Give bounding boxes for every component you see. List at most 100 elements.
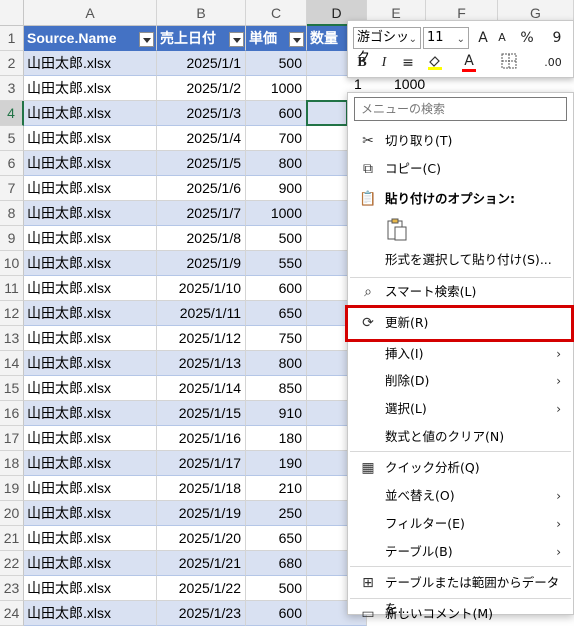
row-header[interactable]: 8 — [0, 201, 24, 226]
menu-item-delete[interactable]: 削除(D) › — [348, 368, 573, 394]
menu-search-input[interactable]: メニューの検索 — [354, 97, 567, 121]
cell-unit-price[interactable]: 600 — [246, 601, 307, 626]
cell-source-name[interactable]: 山田太郎.xlsx — [24, 551, 157, 576]
menu-item-quick-analysis[interactable]: ▦ クイック分析(Q) — [348, 455, 573, 481]
cell-sales-date[interactable]: 2025/1/18 — [157, 476, 246, 501]
menu-item-sort[interactable]: 並べ替え(O) › — [348, 483, 573, 509]
cell-unit-price[interactable]: 750 — [246, 326, 307, 351]
currency-format-icon[interactable]: % — [516, 28, 538, 48]
row-header[interactable]: 1 — [0, 26, 24, 51]
cell-unit-price[interactable]: 1000 — [246, 201, 307, 226]
row-header[interactable]: 22 — [0, 551, 24, 576]
cell-unit-price[interactable]: 800 — [246, 351, 307, 376]
cell-source-name[interactable]: 山田太郎.xlsx — [24, 376, 157, 401]
select-all-corner[interactable] — [0, 0, 24, 26]
cell-source-name[interactable]: 山田太郎.xlsx — [24, 451, 157, 476]
align-center-icon[interactable]: ≡ — [397, 53, 419, 73]
shrink-font-icon[interactable]: A — [494, 28, 510, 48]
row-header[interactable]: 16 — [0, 401, 24, 426]
row-header[interactable]: 4 — [0, 101, 24, 126]
cell-source-name[interactable]: 山田太郎.xlsx — [24, 301, 157, 326]
cell-unit-price[interactable]: 680 — [246, 551, 307, 576]
italic-button[interactable]: I — [375, 53, 393, 73]
row-header[interactable]: 9 — [0, 226, 24, 251]
cell-sales-date[interactable]: 2025/1/21 — [157, 551, 246, 576]
font-name-box[interactable]: 游ゴシック ⌄ — [353, 27, 421, 65]
cell-sales-date[interactable]: 2025/1/1 — [157, 51, 246, 76]
row-header[interactable]: 23 — [0, 576, 24, 601]
menu-item-clear[interactable]: 数式と値のクリア(N) — [348, 424, 573, 450]
row-header[interactable]: 14 — [0, 351, 24, 376]
font-size-box[interactable]: 11 ⌄ — [423, 27, 469, 49]
cell-source-name[interactable]: 山田太郎.xlsx — [24, 326, 157, 351]
cell-source-name[interactable]: 山田太郎.xlsx — [24, 476, 157, 501]
row-header[interactable]: 6 — [0, 151, 24, 176]
row-header[interactable]: 20 — [0, 501, 24, 526]
column-header-a[interactable]: A — [24, 0, 157, 26]
menu-item-copy[interactable]: ⧉ コピー(C) — [348, 156, 573, 182]
row-header[interactable]: 10 — [0, 251, 24, 276]
menu-item-table[interactable]: テーブル(B) › — [348, 539, 573, 565]
menu-item-smart-lookup[interactable]: ⌕ スマート検索(L) — [348, 279, 573, 305]
cell-source-name[interactable]: 山田太郎.xlsx — [24, 176, 157, 201]
cell-unit-price[interactable]: 650 — [246, 526, 307, 551]
cell-sales-date[interactable]: 2025/1/6 — [157, 176, 246, 201]
grow-font-icon[interactable]: A — [474, 28, 492, 48]
cell-sales-date[interactable]: 2025/1/20 — [157, 526, 246, 551]
cell-sales-date[interactable]: 2025/1/15 — [157, 401, 246, 426]
cell-unit-price[interactable]: 250 — [246, 501, 307, 526]
borders-icon[interactable] — [498, 53, 520, 73]
cell-sales-date[interactable]: 2025/1/11 — [157, 301, 246, 326]
cell-unit-price[interactable]: 500 — [246, 226, 307, 251]
column-header-b[interactable]: B — [157, 0, 246, 26]
cell-source-name[interactable]: 山田太郎.xlsx — [24, 76, 157, 101]
cell-unit-price[interactable]: 500 — [246, 576, 307, 601]
column-header-c[interactable]: C — [246, 0, 307, 26]
cell-sales-date[interactable]: 2025/1/14 — [157, 376, 246, 401]
cell-unit-price[interactable]: 650 — [246, 301, 307, 326]
active-cell-d4[interactable] — [306, 100, 348, 126]
cell-unit-price[interactable]: 190 — [246, 451, 307, 476]
cell-sales-date[interactable]: 2025/1/9 — [157, 251, 246, 276]
paste-button[interactable] — [384, 217, 410, 243]
cell-unit-price[interactable]: 910 — [246, 401, 307, 426]
header-source-name[interactable]: Source.Name — [24, 26, 157, 51]
cell-unit-price[interactable]: 180 — [246, 426, 307, 451]
cell-sales-date[interactable]: 2025/1/4 — [157, 126, 246, 151]
cell-sales-date[interactable]: 2025/1/10 — [157, 276, 246, 301]
menu-item-new-comment[interactable]: ▭ 新しいコメント(M) — [348, 601, 573, 627]
cell-source-name[interactable]: 山田太郎.xlsx — [24, 351, 157, 376]
cell-source-name[interactable]: 山田太郎.xlsx — [24, 201, 157, 226]
cell-unit-price[interactable]: 850 — [246, 376, 307, 401]
cell-unit-price[interactable]: 600 — [246, 276, 307, 301]
row-header[interactable]: 19 — [0, 476, 24, 501]
cell-sales-date[interactable]: 2025/1/8 — [157, 226, 246, 251]
row-header[interactable]: 15 — [0, 376, 24, 401]
menu-item-paste-special[interactable]: 形式を選択して貼り付け(S)... — [348, 247, 573, 273]
menu-item-cut[interactable]: ✂ 切り取り(T) — [348, 128, 573, 154]
cell-source-name[interactable]: 山田太郎.xlsx — [24, 126, 157, 151]
cell-source-name[interactable]: 山田太郎.xlsx — [24, 51, 157, 76]
cell-source-name[interactable]: 山田太郎.xlsx — [24, 276, 157, 301]
cell-source-name[interactable]: 山田太郎.xlsx — [24, 526, 157, 551]
bold-button[interactable]: B — [353, 53, 371, 73]
cell-sales-date[interactable]: 2025/1/22 — [157, 576, 246, 601]
menu-item-select[interactable]: 選択(L) › — [348, 396, 573, 422]
row-header[interactable]: 24 — [0, 601, 24, 626]
cell-unit-price[interactable]: 800 — [246, 151, 307, 176]
fill-color-icon[interactable] — [424, 53, 446, 73]
menu-item-insert[interactable]: 挿入(I) › — [348, 341, 573, 367]
cell-unit-price[interactable]: 600 — [246, 101, 307, 126]
row-header[interactable]: 3 — [0, 76, 24, 101]
comma-style-icon[interactable]: 9 — [546, 28, 568, 48]
menu-item-filter[interactable]: フィルター(E) › — [348, 511, 573, 537]
row-header[interactable]: 12 — [0, 301, 24, 326]
row-header[interactable]: 7 — [0, 176, 24, 201]
row-header[interactable]: 18 — [0, 451, 24, 476]
cell-unit-price[interactable]: 900 — [246, 176, 307, 201]
filter-dropdown-icon[interactable] — [229, 32, 244, 47]
filter-dropdown-icon[interactable] — [139, 32, 154, 47]
cell-sales-date[interactable]: 2025/1/3 — [157, 101, 246, 126]
menu-item-from-table[interactable]: ⊞ テーブルまたは範囲からデータを... — [348, 570, 573, 616]
cell-source-name[interactable]: 山田太郎.xlsx — [24, 601, 157, 626]
